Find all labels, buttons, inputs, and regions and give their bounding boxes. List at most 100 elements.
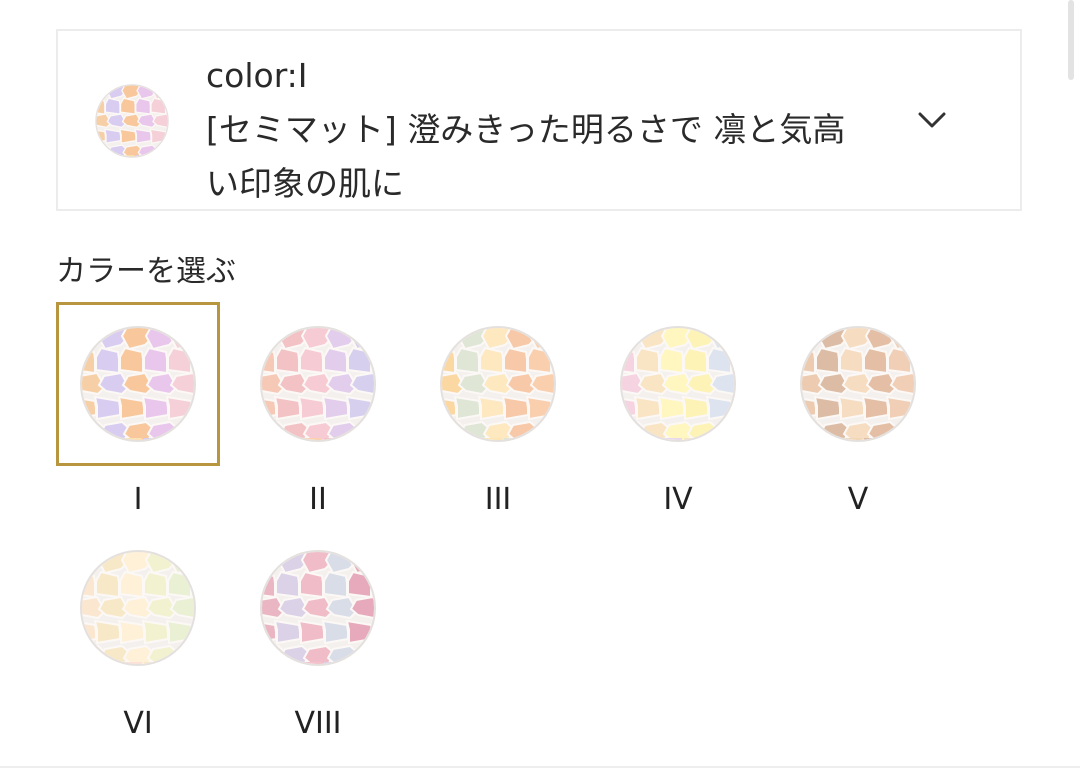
palette-tile (837, 395, 865, 421)
palette-tile (141, 619, 169, 645)
scrollbar[interactable] (1068, 0, 1074, 80)
palette-tile (151, 85, 168, 100)
selected-color-label: color:I (206, 56, 308, 95)
selected-color-text: color:I [セミマット] 澄みきった明るさで 凛と気高い印象の肌に (206, 49, 846, 211)
palette-tile (143, 346, 168, 375)
color-swatch-v[interactable] (776, 302, 940, 466)
palette-tile (636, 438, 658, 440)
palette-tile (323, 570, 348, 599)
palette-tile (345, 395, 373, 421)
palette-image (80, 326, 196, 442)
palette-tile (350, 420, 374, 440)
palette-tile (530, 420, 554, 440)
palette-tile (350, 644, 374, 664)
palette-tile (863, 346, 888, 375)
palette-tile (141, 395, 169, 421)
color-swatch-label[interactable]: VIII (236, 704, 400, 744)
palette-tile (119, 128, 137, 144)
palette-tile (262, 644, 288, 664)
palette-tile (528, 328, 554, 351)
palette-tile (165, 395, 193, 421)
palette-tile (82, 420, 108, 440)
color-swatch-label[interactable]: III (416, 480, 580, 520)
palette-tile (103, 128, 122, 144)
palette-tile (119, 346, 144, 375)
palette-tile (149, 128, 167, 144)
palette-tile (345, 619, 373, 645)
palette-tile (816, 438, 838, 440)
palette-tile (815, 346, 840, 375)
palette-tile (321, 395, 349, 421)
palette-tile (681, 395, 709, 421)
palette-tile (708, 328, 734, 351)
palette-image (440, 326, 556, 442)
color-swatch-vi[interactable] (56, 526, 220, 690)
palette-tile (659, 346, 684, 375)
palette-tile (134, 128, 152, 144)
palette-tile (622, 420, 648, 440)
color-swatch-iv[interactable] (596, 302, 760, 466)
palette-tile (273, 619, 301, 645)
palette-tile (168, 438, 190, 440)
color-swatch-ii[interactable] (236, 302, 400, 466)
palette-tile (813, 395, 841, 421)
palette-tile (82, 662, 94, 664)
palette-tile (635, 346, 660, 375)
palette-tile (96, 662, 118, 664)
palette-tile (708, 438, 730, 440)
palette-tile (150, 97, 167, 115)
palette-tile (170, 420, 194, 440)
palette-tile (297, 619, 325, 645)
palette-tile (117, 619, 145, 645)
palette-tile (372, 662, 374, 664)
divider (0, 766, 1080, 768)
palette-tile (165, 619, 193, 645)
palette-tile (93, 395, 121, 421)
palette-tile (96, 438, 118, 440)
palette-tile (168, 552, 194, 575)
color-dropdown[interactable]: color:I [セミマット] 澄みきった明るさで 凛と気高い印象の肌に (56, 29, 1022, 211)
palette-tile (347, 570, 372, 599)
color-swatch-viii[interactable] (236, 526, 400, 690)
palette-image (260, 550, 376, 666)
color-swatch-label[interactable]: VI (56, 704, 220, 744)
palette-tile (192, 438, 194, 440)
palette-tile (276, 438, 298, 440)
color-swatch-label[interactable]: I (56, 480, 220, 520)
palette-tile (442, 438, 454, 440)
palette-image (80, 550, 196, 666)
palette-tile (501, 395, 529, 421)
section-title: カラーを選ぶ (56, 254, 236, 289)
palette-tile (96, 144, 113, 157)
palette-tile (192, 662, 194, 664)
palette-tile (321, 619, 349, 645)
palette-tile (442, 420, 468, 440)
palette-tile (95, 570, 120, 599)
palette-tile (887, 346, 912, 375)
palette-tile (453, 395, 481, 421)
palette-tile (861, 395, 889, 421)
color-swatch-iii[interactable] (416, 302, 580, 466)
palette-tile (348, 662, 370, 664)
palette-tile (167, 346, 192, 375)
palette-tile (135, 97, 151, 115)
color-swatch-label[interactable]: V (776, 480, 940, 520)
palette-tile (166, 155, 168, 157)
palette-tile (262, 438, 274, 440)
palette-tile (705, 395, 733, 421)
palette-tile (104, 97, 121, 115)
palette-tile (262, 420, 288, 440)
palette-tile (839, 346, 864, 375)
palette-tile (890, 420, 914, 440)
palette-tile (527, 346, 552, 375)
palette-tile (151, 155, 165, 157)
palette-tile (503, 346, 528, 375)
palette-tile (912, 438, 914, 440)
color-swatch-i[interactable] (56, 302, 220, 466)
color-swatch-label[interactable]: II (236, 480, 400, 520)
color-swatch-label[interactable]: IV (596, 480, 760, 520)
palette-tile (275, 346, 300, 375)
chevron-down-icon[interactable] (916, 107, 948, 133)
palette-tile (170, 644, 194, 664)
palette-tile (297, 395, 325, 421)
